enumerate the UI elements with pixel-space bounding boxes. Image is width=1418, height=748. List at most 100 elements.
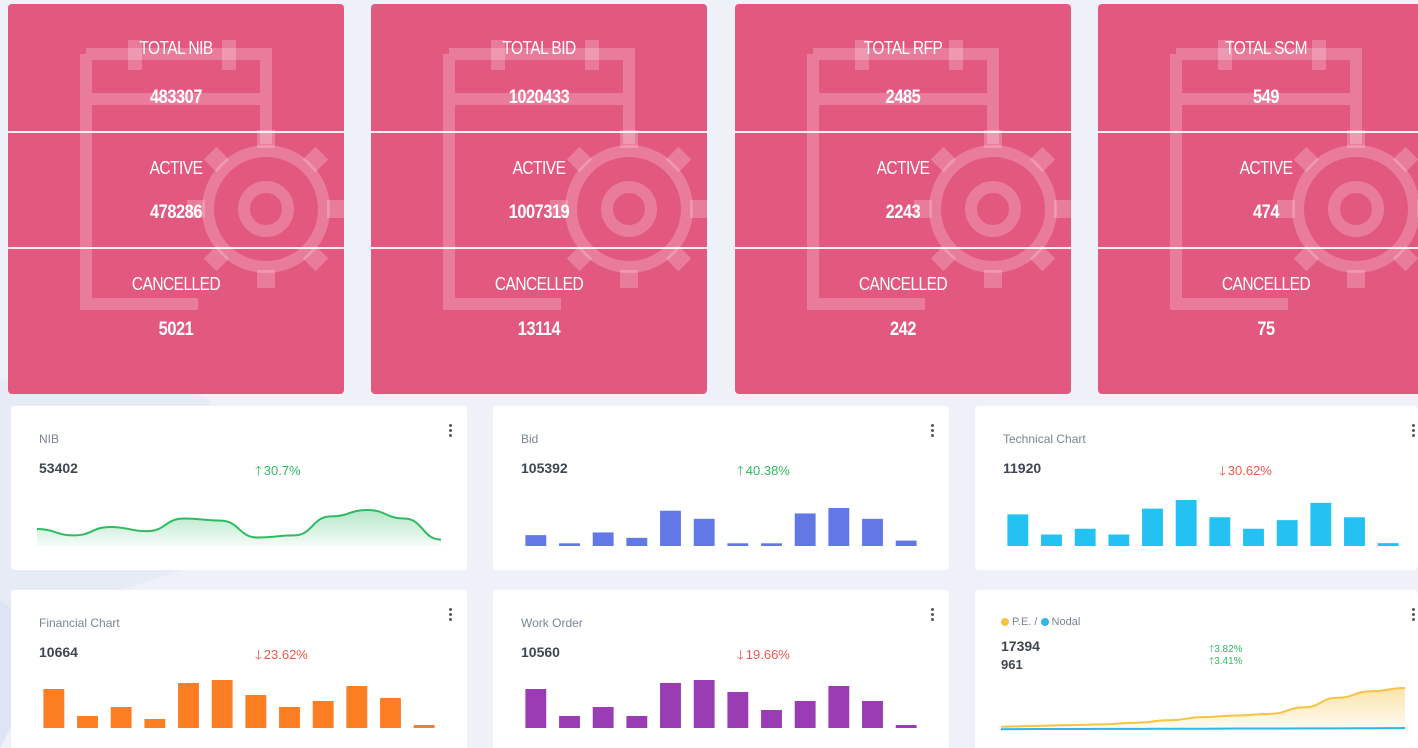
total-value: 1020433 [508, 87, 570, 108]
cancelled-value: 5021 [158, 319, 194, 340]
area-fill [1001, 688, 1405, 730]
stat-card-rfp[interactable]: TOTAL RFP 2485 ACTIVE 2243 CANCELLED 242 [735, 4, 1071, 394]
bar [1310, 502, 1332, 546]
bar [1108, 534, 1130, 546]
divider [8, 247, 344, 249]
total-value: 2485 [885, 87, 921, 108]
cancelled-value: 75 [1257, 319, 1275, 340]
cancelled-label: CANCELLED [494, 274, 584, 294]
total-value: 549 [1253, 87, 1279, 108]
cancelled-section: CANCELLED 75 [1098, 248, 1418, 364]
active-value: 2243 [885, 202, 921, 223]
bid-bar-chart [525, 508, 917, 546]
active-label: ACTIVE [149, 158, 203, 178]
bar [211, 680, 233, 728]
active-value: 478286 [150, 202, 202, 223]
total-section: TOTAL SCM 549 [1098, 4, 1418, 120]
bar [1344, 517, 1365, 546]
total-label: TOTAL SCM [1225, 38, 1307, 58]
bar [828, 508, 850, 546]
total-label: TOTAL BID [502, 38, 576, 58]
cancelled-section: CANCELLED 5021 [8, 248, 344, 364]
active-section: ACTIVE 474 [1098, 132, 1418, 248]
bar [626, 716, 648, 728]
bar [1276, 520, 1298, 546]
divider [371, 131, 707, 133]
bar [178, 683, 199, 728]
bar [413, 725, 435, 728]
bar [1142, 508, 1163, 546]
cancelled-section: CANCELLED 13114 [371, 248, 707, 364]
active-label: ACTIVE [512, 158, 566, 178]
stat-card-bid[interactable]: TOTAL BID 1020433 ACTIVE 1007319 CANCELLED 13… [371, 4, 707, 394]
cancelled-value: 242 [890, 319, 916, 340]
bar [693, 518, 715, 546]
bar [1209, 517, 1231, 546]
bar [312, 701, 334, 728]
work-order-card: Work Order 10560 🡓 19.66% [493, 590, 949, 748]
cancelled-label: CANCELLED [131, 274, 221, 294]
bar [794, 513, 816, 546]
active-label: ACTIVE [876, 158, 930, 178]
bar [693, 680, 715, 728]
total-section: TOTAL NIB 483307 [8, 4, 344, 120]
bar [1377, 543, 1399, 546]
pe-nodal-area-chart [1000, 687, 1406, 731]
stat-card-nib[interactable]: TOTAL NIB 483307 ACTIVE 478286 CANCELLED 5021 [8, 4, 344, 394]
bar [794, 701, 816, 728]
bar [1074, 528, 1096, 546]
divider [1098, 131, 1418, 133]
bar [592, 532, 614, 546]
divider [1098, 247, 1418, 249]
cancelled-label: CANCELLED [1221, 274, 1311, 294]
bar [727, 543, 749, 546]
active-section: ACTIVE 2243 [735, 132, 1071, 248]
divider [735, 131, 1071, 133]
bar [660, 510, 681, 546]
bar [626, 537, 648, 546]
series-line [1000, 727, 1406, 731]
financial-bar-chart [43, 680, 435, 728]
technical-bar-chart [1007, 500, 1399, 546]
bar [862, 518, 883, 546]
bar [761, 543, 782, 546]
bar [895, 540, 917, 546]
cancelled-label: CANCELLED [858, 274, 948, 294]
stat-card-scm[interactable]: TOTAL SCM 549 ACTIVE 474 CANCELLED 75 [1098, 4, 1418, 394]
work-order-bar-chart [525, 680, 917, 728]
technical-card: Technical Chart 11920 🡓 30.62% [975, 406, 1418, 570]
bar [1041, 534, 1062, 546]
bar [862, 701, 883, 728]
active-section: ACTIVE 1007319 [371, 132, 707, 248]
active-label: ACTIVE [1239, 158, 1293, 178]
cancelled-section: CANCELLED 242 [735, 248, 1071, 364]
active-section: ACTIVE 478286 [8, 132, 344, 248]
total-section: TOTAL RFP 2485 [735, 4, 1071, 120]
bar [592, 707, 614, 728]
divider [8, 131, 344, 133]
nib-card: NIB 53402 🡑 30.7% [11, 406, 467, 570]
bar [525, 535, 547, 546]
bid-card: Bid 105392 🡑 40.38% [493, 406, 949, 570]
bar [380, 698, 401, 728]
bar [525, 689, 547, 728]
pe-nodal-card: P.E. / Nodal 17394 961 🡑3.82% 🡑3.41% [975, 590, 1418, 748]
total-label: TOTAL NIB [139, 38, 213, 58]
bar [1175, 500, 1197, 546]
bar [43, 689, 65, 728]
bar [559, 543, 580, 546]
total-section: TOTAL BID 1020433 [371, 4, 707, 120]
bar [279, 707, 300, 728]
bar [346, 686, 368, 728]
bar [144, 719, 166, 728]
bar [1243, 528, 1264, 546]
bar [110, 707, 132, 728]
bar [828, 686, 850, 728]
divider [735, 247, 1071, 249]
financial-card: Financial Chart 10664 🡓 23.62% [11, 590, 467, 748]
cancelled-value: 13114 [517, 319, 561, 340]
bar [727, 692, 749, 728]
bar [559, 716, 580, 728]
bar [77, 716, 98, 728]
total-value: 483307 [150, 87, 202, 108]
